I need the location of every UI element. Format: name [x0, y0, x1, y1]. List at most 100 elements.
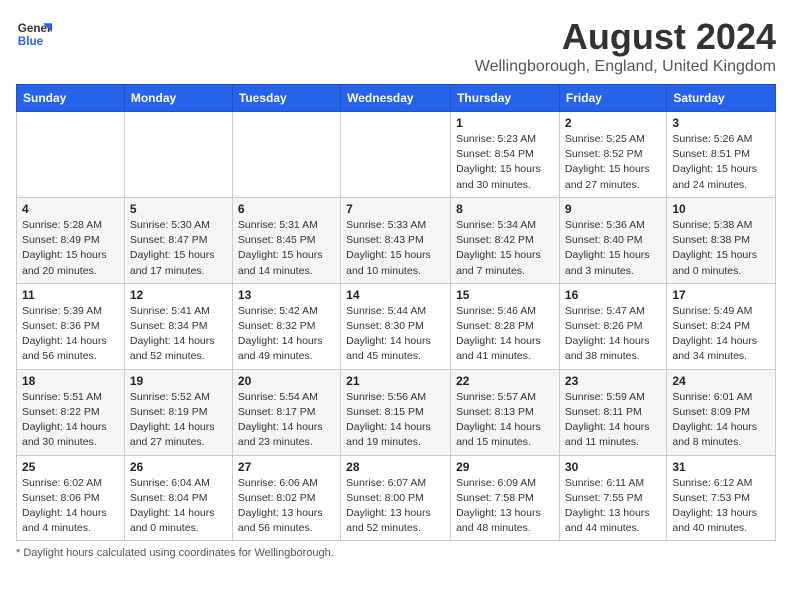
day-number: 15 — [456, 288, 554, 302]
day-number: 10 — [672, 202, 770, 216]
calendar-week-row: 11 Sunrise: 5:39 AM Sunset: 8:36 PM Dayli… — [17, 283, 776, 369]
footer-note: * Daylight hours calculated using coordi… — [16, 547, 776, 559]
day-info: Sunrise: 5:28 AM Sunset: 8:49 PM Dayligh… — [22, 218, 119, 279]
calendar-cell: 5 Sunrise: 5:30 AM Sunset: 8:47 PM Daylig… — [124, 197, 232, 283]
day-info: Sunrise: 5:54 AM Sunset: 8:17 PM Dayligh… — [238, 390, 335, 451]
day-info: Sunrise: 5:39 AM Sunset: 8:36 PM Dayligh… — [22, 304, 119, 365]
calendar-week-row: 4 Sunrise: 5:28 AM Sunset: 8:49 PM Daylig… — [17, 197, 776, 283]
page-header: General Blue August 2024 Wellingborough,… — [16, 16, 776, 76]
day-info: Sunrise: 5:41 AM Sunset: 8:34 PM Dayligh… — [130, 304, 227, 365]
day-info: Sunrise: 5:46 AM Sunset: 8:28 PM Dayligh… — [456, 304, 554, 365]
day-number: 12 — [130, 288, 227, 302]
calendar-cell: 1 Sunrise: 5:23 AM Sunset: 8:54 PM Daylig… — [451, 112, 560, 198]
calendar-cell: 11 Sunrise: 5:39 AM Sunset: 8:36 PM Dayli… — [17, 283, 125, 369]
day-info: Sunrise: 6:06 AM Sunset: 8:02 PM Dayligh… — [238, 476, 335, 537]
calendar-day-header: Tuesday — [232, 85, 340, 112]
day-number: 31 — [672, 460, 770, 474]
day-info: Sunrise: 5:38 AM Sunset: 8:38 PM Dayligh… — [672, 218, 770, 279]
day-number: 22 — [456, 374, 554, 388]
day-number: 1 — [456, 116, 554, 130]
calendar-cell: 6 Sunrise: 5:31 AM Sunset: 8:45 PM Daylig… — [232, 197, 340, 283]
calendar-cell: 17Sunrise: 5:49 AM Sunset: 8:24 PM Dayli… — [667, 283, 776, 369]
calendar-cell: 26Sunrise: 6:04 AM Sunset: 8:04 PM Dayli… — [124, 455, 232, 541]
day-number: 20 — [238, 374, 335, 388]
day-info: Sunrise: 5:52 AM Sunset: 8:19 PM Dayligh… — [130, 390, 227, 451]
month-title: August 2024 — [475, 16, 776, 58]
day-info: Sunrise: 6:11 AM Sunset: 7:55 PM Dayligh… — [565, 476, 661, 537]
day-number: 19 — [130, 374, 227, 388]
day-number: 7 — [346, 202, 445, 216]
calendar-cell: 22 Sunrise: 5:57 AM Sunset: 8:13 PM Dayli… — [451, 369, 560, 455]
day-info: Sunrise: 5:23 AM Sunset: 8:54 PM Dayligh… — [456, 132, 554, 193]
calendar-day-header: Monday — [124, 85, 232, 112]
calendar-cell: 4 Sunrise: 5:28 AM Sunset: 8:49 PM Daylig… — [17, 197, 125, 283]
day-number: 24 — [672, 374, 770, 388]
calendar-cell: 7 Sunrise: 5:33 AM Sunset: 8:43 PM Daylig… — [341, 197, 451, 283]
day-number: 25 — [22, 460, 119, 474]
location-title: Wellingborough, England, United Kingdom — [475, 58, 776, 76]
day-number: 11 — [22, 288, 119, 302]
day-info: Sunrise: 6:04 AM Sunset: 8:04 PM Dayligh… — [130, 476, 227, 537]
logo: General Blue — [16, 16, 52, 52]
day-number: 23 — [565, 374, 661, 388]
calendar-week-row: 1 Sunrise: 5:23 AM Sunset: 8:54 PM Daylig… — [17, 112, 776, 198]
calendar-day-header: Saturday — [667, 85, 776, 112]
day-number: 9 — [565, 202, 661, 216]
day-info: Sunrise: 5:47 AM Sunset: 8:26 PM Dayligh… — [565, 304, 661, 365]
calendar-cell: 31Sunrise: 6:12 AM Sunset: 7:53 PM Dayli… — [667, 455, 776, 541]
day-info: Sunrise: 5:56 AM Sunset: 8:15 PM Dayligh… — [346, 390, 445, 451]
title-area: August 2024 Wellingborough, England, Uni… — [475, 16, 776, 76]
day-info: Sunrise: 6:09 AM Sunset: 7:58 PM Dayligh… — [456, 476, 554, 537]
day-number: 5 — [130, 202, 227, 216]
calendar-cell: 2Sunrise: 5:25 AM Sunset: 8:52 PM Daylig… — [559, 112, 666, 198]
calendar-cell: 14Sunrise: 5:44 AM Sunset: 8:30 PM Dayli… — [341, 283, 451, 369]
calendar-cell: 29Sunrise: 6:09 AM Sunset: 7:58 PM Dayli… — [451, 455, 560, 541]
logo-icon: General Blue — [16, 16, 52, 52]
calendar-cell: 21 Sunrise: 5:56 AM Sunset: 8:15 PM Dayli… — [341, 369, 451, 455]
day-number: 8 — [456, 202, 554, 216]
day-info: Sunrise: 5:26 AM Sunset: 8:51 PM Dayligh… — [672, 132, 770, 193]
calendar-cell: 8 Sunrise: 5:34 AM Sunset: 8:42 PM Daylig… — [451, 197, 560, 283]
calendar-cell: 13 Sunrise: 5:42 AM Sunset: 8:32 PM Dayli… — [232, 283, 340, 369]
footer-note-text: Daylight hours — [23, 547, 93, 559]
calendar-cell — [232, 112, 340, 198]
day-info: Sunrise: 6:07 AM Sunset: 8:00 PM Dayligh… — [346, 476, 445, 537]
day-info: Sunrise: 5:34 AM Sunset: 8:42 PM Dayligh… — [456, 218, 554, 279]
day-number: 21 — [346, 374, 445, 388]
day-info: Sunrise: 5:31 AM Sunset: 8:45 PM Dayligh… — [238, 218, 335, 279]
calendar-cell: 30 Sunrise: 6:11 AM Sunset: 7:55 PM Dayli… — [559, 455, 666, 541]
day-number: 14 — [346, 288, 445, 302]
calendar-cell: 3Sunrise: 5:26 AM Sunset: 8:51 PM Daylig… — [667, 112, 776, 198]
day-info: Sunrise: 5:36 AM Sunset: 8:40 PM Dayligh… — [565, 218, 661, 279]
day-number: 30 — [565, 460, 661, 474]
day-number: 13 — [238, 288, 335, 302]
calendar-cell: 18 Sunrise: 5:51 AM Sunset: 8:22 PM Dayli… — [17, 369, 125, 455]
calendar-cell: 15 Sunrise: 5:46 AM Sunset: 8:28 PM Dayli… — [451, 283, 560, 369]
day-number: 27 — [238, 460, 335, 474]
day-info: Sunrise: 5:25 AM Sunset: 8:52 PM Dayligh… — [565, 132, 661, 193]
day-info: Sunrise: 5:33 AM Sunset: 8:43 PM Dayligh… — [346, 218, 445, 279]
day-info: Sunrise: 6:02 AM Sunset: 8:06 PM Dayligh… — [22, 476, 119, 537]
calendar-day-header: Wednesday — [341, 85, 451, 112]
calendar-cell: 27 Sunrise: 6:06 AM Sunset: 8:02 PM Dayli… — [232, 455, 340, 541]
calendar-cell: 24 Sunrise: 6:01 AM Sunset: 8:09 PM Dayli… — [667, 369, 776, 455]
day-number: 17 — [672, 288, 770, 302]
calendar-table: SundayMondayTuesdayWednesdayThursdayFrid… — [16, 84, 776, 541]
calendar-cell: 20 Sunrise: 5:54 AM Sunset: 8:17 PM Dayli… — [232, 369, 340, 455]
calendar-week-row: 18 Sunrise: 5:51 AM Sunset: 8:22 PM Dayli… — [17, 369, 776, 455]
calendar-cell: 23Sunrise: 5:59 AM Sunset: 8:11 PM Dayli… — [559, 369, 666, 455]
calendar-day-header: Friday — [559, 85, 666, 112]
day-number: 6 — [238, 202, 335, 216]
day-info: Sunrise: 5:30 AM Sunset: 8:47 PM Dayligh… — [130, 218, 227, 279]
calendar-day-header: Thursday — [451, 85, 560, 112]
calendar-cell: 9 Sunrise: 5:36 AM Sunset: 8:40 PM Daylig… — [559, 197, 666, 283]
day-info: Sunrise: 5:51 AM Sunset: 8:22 PM Dayligh… — [22, 390, 119, 451]
calendar-header-row: SundayMondayTuesdayWednesdayThursdayFrid… — [17, 85, 776, 112]
day-info: Sunrise: 5:42 AM Sunset: 8:32 PM Dayligh… — [238, 304, 335, 365]
day-number: 4 — [22, 202, 119, 216]
calendar-week-row: 25 Sunrise: 6:02 AM Sunset: 8:06 PM Dayli… — [17, 455, 776, 541]
day-info: Sunrise: 5:57 AM Sunset: 8:13 PM Dayligh… — [456, 390, 554, 451]
day-info: Sunrise: 6:01 AM Sunset: 8:09 PM Dayligh… — [672, 390, 770, 451]
day-number: 16 — [565, 288, 661, 302]
day-number: 18 — [22, 374, 119, 388]
